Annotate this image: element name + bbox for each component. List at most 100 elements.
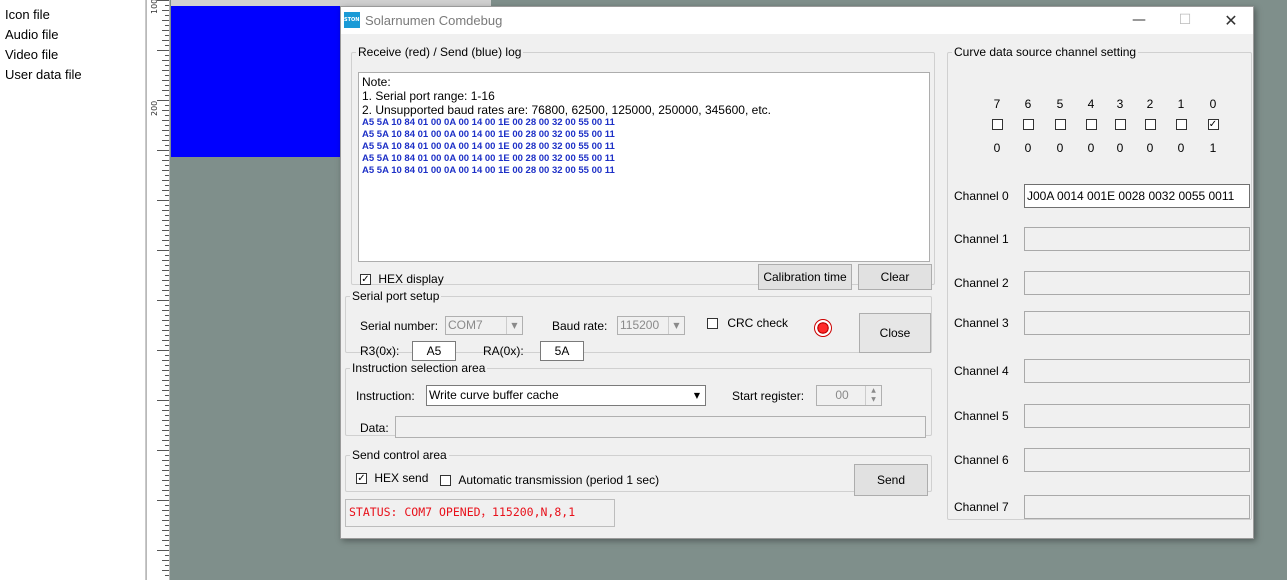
send-legend: Send control area — [352, 448, 447, 462]
channel-5-input[interactable] — [1024, 404, 1250, 428]
crc-check-option[interactable]: CRC check — [707, 316, 788, 330]
ruler-tick — [162, 260, 169, 261]
instruction-legend: Instruction selection area — [352, 361, 486, 375]
file-list-item-user-data[interactable]: User data file — [5, 65, 145, 85]
close-port-button[interactable]: Close — [859, 313, 931, 353]
spinner-arrows-icon[interactable]: ▲ ▼ — [865, 386, 881, 405]
ruler-tick — [162, 130, 169, 131]
auto-transmission-option[interactable]: Automatic transmission (period 1 sec) — [440, 473, 659, 487]
ruler-tick — [157, 50, 169, 51]
file-list-item-audio[interactable]: Audio file — [5, 25, 145, 45]
instruction-value: Write curve buffer cache — [429, 388, 559, 402]
channel-5-label: Channel 5 — [954, 409, 1009, 423]
ruler-tick — [165, 475, 169, 476]
ra-input[interactable]: 5A — [540, 341, 584, 361]
ruler-tick — [162, 480, 169, 481]
ruler-tick — [165, 65, 169, 66]
channel-3-input[interactable] — [1024, 311, 1250, 335]
ruler-tick — [162, 240, 169, 241]
calibration-time-button[interactable]: Calibration time — [758, 264, 852, 290]
bit-value-label: 1 — [1209, 141, 1217, 155]
log-textarea[interactable]: Note: 1. Serial port range: 1-16 2. Unsu… — [358, 72, 930, 262]
bit-number-label: 2 — [1146, 97, 1154, 111]
ruler-tick — [165, 405, 169, 406]
ruler-tick — [165, 275, 169, 276]
ruler-tick — [162, 20, 169, 21]
bit-checkbox-5[interactable] — [1054, 119, 1066, 131]
bit-column-1: 10 — [1170, 97, 1192, 155]
bit-value-label: 0 — [1146, 141, 1154, 155]
title-bar[interactable]: STONE Solarnumen Comdebug — ☐ ✕ — [341, 7, 1253, 34]
ruler-tick — [165, 255, 169, 256]
instruction-select[interactable]: Write curve buffer cache ▼ — [426, 385, 706, 406]
send-control-group: Send control area ✓ HEX send Automatic t… — [345, 448, 932, 496]
ruler-tick — [165, 445, 169, 446]
ruler-tick — [157, 200, 169, 201]
bit-checkbox-6[interactable] — [1022, 119, 1034, 131]
auto-transmission-label: Automatic transmission (period 1 sec) — [458, 473, 660, 487]
ruler-tick — [162, 80, 169, 81]
crc-checkbox[interactable] — [707, 318, 718, 330]
hex-display-checkbox[interactable]: ✓ — [360, 274, 371, 286]
ruler-tick — [165, 305, 169, 306]
clear-log-button[interactable]: Clear — [858, 264, 932, 290]
ruler-tick — [162, 490, 169, 491]
ruler-tick — [162, 170, 169, 171]
channel-6-input[interactable] — [1024, 448, 1250, 472]
hex-display-option[interactable]: ✓ HEX display — [360, 272, 444, 286]
bit-checkbox-7[interactable] — [991, 119, 1003, 131]
file-list-item-icon[interactable]: Icon file — [5, 5, 145, 25]
ruler-tick — [157, 100, 169, 101]
ruler-tick — [165, 75, 169, 76]
serial-number-value: COM7 — [448, 318, 483, 332]
bit-checkbox-1[interactable] — [1175, 119, 1187, 131]
ruler-tick — [165, 455, 169, 456]
channel-7-input[interactable] — [1024, 495, 1250, 519]
ruler-tick — [165, 95, 169, 96]
ruler-tick — [165, 375, 169, 376]
ruler-tick — [165, 15, 169, 16]
channel-2-label: Channel 2 — [954, 276, 1009, 290]
serial-number-select[interactable]: COM7 ▼ — [445, 316, 523, 335]
hex-send-checkbox[interactable]: ✓ — [356, 473, 367, 485]
ruler-tick — [162, 160, 169, 161]
channel-1-input[interactable] — [1024, 227, 1250, 251]
maximize-button[interactable]: ☐ — [1162, 7, 1208, 34]
bit-checkbox-2[interactable] — [1144, 119, 1156, 131]
ruler-tick — [165, 465, 169, 466]
data-input[interactable] — [395, 416, 926, 438]
close-window-button[interactable]: ✕ — [1208, 7, 1254, 34]
bit-checkbox-4[interactable] — [1085, 119, 1097, 131]
channel-0-input[interactable]: J00A 0014 001E 0028 0032 0055 0011 — [1024, 184, 1250, 208]
ruler-tick — [165, 495, 169, 496]
ruler-tick — [162, 110, 169, 111]
ruler-tick — [165, 145, 169, 146]
bit-checkbox-3[interactable] — [1114, 119, 1126, 131]
ruler-tick — [165, 315, 169, 316]
baud-rate-select[interactable]: 115200 ▼ — [617, 316, 685, 335]
ruler-tick — [165, 385, 169, 386]
channel-2-input[interactable] — [1024, 271, 1250, 295]
ruler-tick — [162, 10, 169, 11]
ruler-tick — [162, 370, 169, 371]
serial-legend: Serial port setup — [352, 289, 440, 303]
ruler-tick — [157, 450, 169, 451]
bit-checkbox-0[interactable]: ✓ — [1207, 119, 1219, 131]
hex-send-option[interactable]: ✓ HEX send — [356, 471, 428, 485]
instruction-label: Instruction: — [356, 389, 415, 403]
note-line: Note: — [362, 75, 391, 89]
minimize-button[interactable]: — — [1116, 7, 1162, 34]
auto-transmission-checkbox[interactable] — [440, 475, 451, 487]
ruler-tick — [165, 115, 169, 116]
r3-input[interactable]: A5 — [412, 341, 456, 361]
ruler-tick — [162, 570, 169, 571]
channel-1-label: Channel 1 — [954, 232, 1009, 246]
ruler-tick — [165, 325, 169, 326]
file-list-panel: Icon file Audio file Video file User dat… — [0, 0, 146, 580]
channel-4-input[interactable] — [1024, 359, 1250, 383]
bit-column-2: 20 — [1139, 97, 1161, 155]
send-button[interactable]: Send — [854, 464, 928, 496]
start-register-spinner[interactable]: 00 ▲ ▼ — [816, 385, 882, 406]
file-list-item-video[interactable]: Video file — [5, 45, 145, 65]
log-group: Receive (red) / Send (blue) log Note: 1.… — [351, 45, 935, 290]
